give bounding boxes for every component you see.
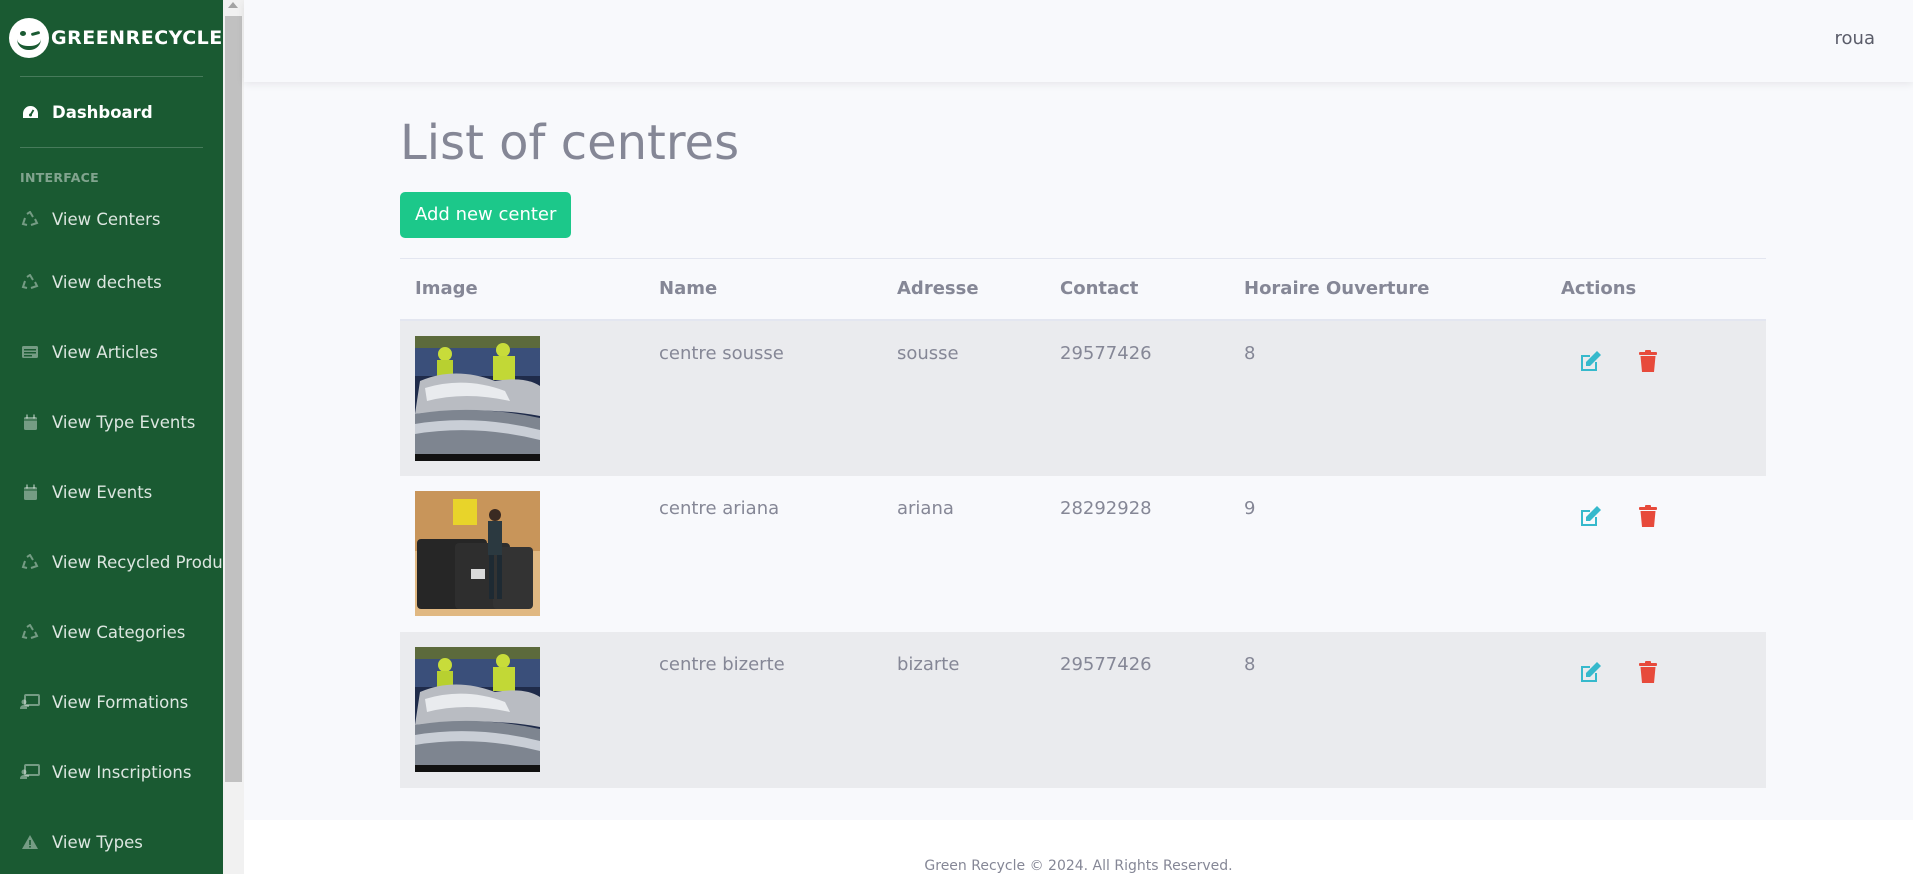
sidebar-item-label: View Inscriptions xyxy=(52,762,192,782)
sidebar-item-view-recycled-products[interactable]: View Recycled Products xyxy=(0,527,223,597)
edit-icon[interactable] xyxy=(1577,503,1603,529)
recycle-icon xyxy=(20,272,40,292)
copyright-text: Green Recycle © 2024. All Rights Reserve… xyxy=(924,858,1233,874)
column-header-name: Name xyxy=(644,258,882,321)
table-row: centre sousse sousse 29577426 8 xyxy=(400,319,1766,476)
sidebar-item-view-formations[interactable]: View Formations xyxy=(0,667,223,737)
sidebar-item-view-type-events[interactable]: View Type Events xyxy=(0,387,223,457)
sidebar-item-view-articles[interactable]: View Articles xyxy=(0,317,223,387)
sidebar-item-label: View Recycled Products xyxy=(52,552,223,572)
newspaper-icon xyxy=(20,342,40,362)
horaire-cell: 8 xyxy=(1244,342,1256,364)
main-content: List of centres Add new center Image Nam… xyxy=(400,82,1766,788)
sidebar-item-label: View Articles xyxy=(52,342,158,362)
contact-cell: 29577426 xyxy=(1060,653,1152,675)
edit-icon[interactable] xyxy=(1577,348,1603,374)
user-menu[interactable]: roua xyxy=(1835,28,1875,49)
brand[interactable]: GREENRECYCLE xyxy=(0,0,223,76)
scroll-up-arrow-icon[interactable] xyxy=(228,2,238,8)
column-header-contact: Contact xyxy=(1045,258,1229,321)
actions-cell xyxy=(1546,632,1766,788)
sidebar-item-view-events[interactable]: View Events xyxy=(0,457,223,527)
name-cell: centre ariana xyxy=(659,497,780,519)
calendar-icon xyxy=(20,482,40,502)
actions-cell xyxy=(1546,476,1766,632)
column-header-image: Image xyxy=(400,258,644,321)
scrollbar[interactable] xyxy=(223,0,244,874)
add-new-center-button[interactable]: Add new center xyxy=(400,192,572,238)
table-header-row: Image Name Adresse Contact Horaire Ouver… xyxy=(400,258,1766,321)
tachometer-icon xyxy=(20,102,40,122)
calendar-icon xyxy=(20,412,40,432)
trash-icon[interactable] xyxy=(1635,503,1661,529)
recycling-bins-photo xyxy=(415,490,540,616)
sidebar-item-view-dechets[interactable]: View dechets xyxy=(0,247,223,317)
sidebar-item-label: View Events xyxy=(52,482,153,502)
trash-icon[interactable] xyxy=(1635,348,1661,374)
recycle-icon xyxy=(20,209,40,229)
recycling-conveyor-photo xyxy=(415,335,540,461)
column-header-horaire: Horaire Ouverture xyxy=(1229,258,1546,321)
topbar: roua xyxy=(244,0,1913,82)
warning-icon xyxy=(20,832,40,852)
horaire-cell: 8 xyxy=(1244,653,1256,675)
image-cell xyxy=(400,632,644,788)
sidebar-item-label: View Types xyxy=(52,832,143,852)
smiley-logo-icon xyxy=(9,18,49,58)
sidebar: GREENRECYCLE Dashboard INTERFACE View Ce… xyxy=(0,0,223,874)
footer: Green Recycle © 2024. All Rights Reserve… xyxy=(244,820,1913,874)
scrollbar-thumb[interactable] xyxy=(225,16,242,782)
actions-cell xyxy=(1546,320,1766,476)
sidebar-item-dashboard[interactable]: Dashboard xyxy=(0,77,223,147)
chalkboard-teacher-icon xyxy=(20,692,40,712)
image-cell xyxy=(400,476,644,632)
trash-icon[interactable] xyxy=(1635,659,1661,685)
edit-icon[interactable] xyxy=(1577,659,1603,685)
brand-name: GREENRECYCLE xyxy=(51,27,223,49)
sidebar-item-label: View dechets xyxy=(52,272,162,292)
contact-cell: 29577426 xyxy=(1060,342,1152,364)
sidebar-item-view-categories[interactable]: View Categories xyxy=(0,597,223,667)
sidebar-item-label: View Categories xyxy=(52,622,186,642)
sidebar-item-label: View Formations xyxy=(52,692,189,712)
centres-table: Image Name Adresse Contact Horaire Ouver… xyxy=(400,258,1766,788)
adresse-cell: sousse xyxy=(897,342,959,364)
recycle-icon xyxy=(20,552,40,572)
sidebar-item-label: View Centers xyxy=(52,209,161,229)
column-header-actions: Actions xyxy=(1546,258,1766,321)
adresse-cell: bizarte xyxy=(897,653,960,675)
name-cell: centre bizerte xyxy=(659,653,785,675)
contact-cell: 28292928 xyxy=(1060,497,1152,519)
recycling-conveyor-photo xyxy=(415,646,540,772)
sidebar-item-view-inscriptions[interactable]: View Inscriptions xyxy=(0,737,223,807)
name-cell: centre sousse xyxy=(659,342,784,364)
recycle-icon xyxy=(20,622,40,642)
horaire-cell: 9 xyxy=(1244,497,1256,519)
table-row: centre ariana ariana 28292928 9 xyxy=(400,476,1766,632)
chalkboard-teacher-icon xyxy=(20,762,40,782)
page-title: List of centres xyxy=(400,115,740,171)
sidebar-item-label: Dashboard xyxy=(52,102,153,122)
sidebar-item-view-centers[interactable]: View Centers xyxy=(0,191,223,247)
image-cell xyxy=(400,320,644,476)
adresse-cell: ariana xyxy=(897,497,954,519)
sidebar-section-heading: INTERFACE xyxy=(20,170,99,185)
sidebar-item-view-types[interactable]: View Types xyxy=(0,807,223,874)
table-row: centre bizerte bizarte 29577426 8 xyxy=(400,631,1766,788)
sidebar-item-label: View Type Events xyxy=(52,412,196,432)
column-header-adresse: Adresse xyxy=(882,258,1045,321)
